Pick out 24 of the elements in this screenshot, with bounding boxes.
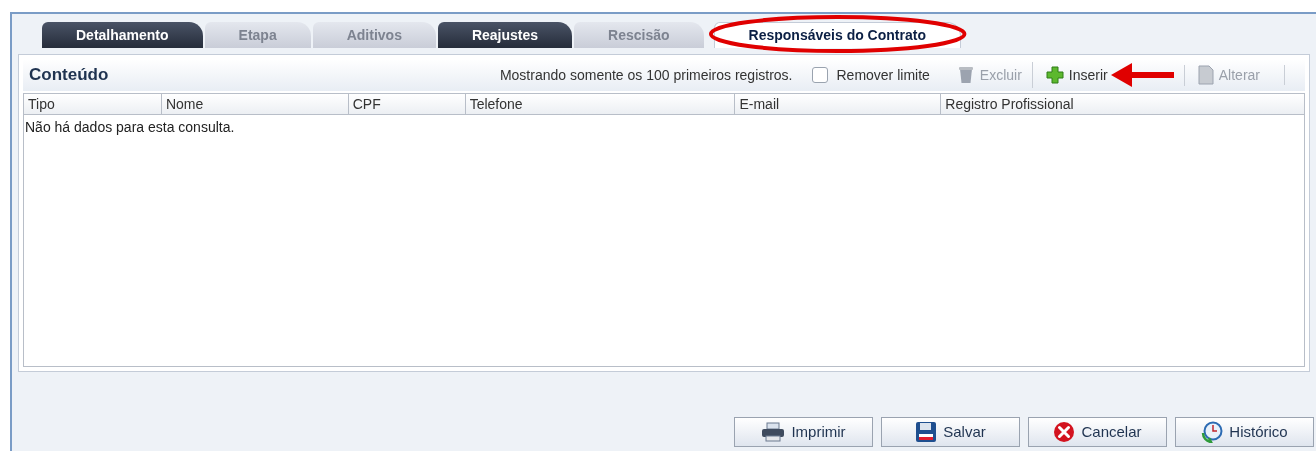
plus-icon: [1044, 65, 1065, 85]
tab[interactable]: Detalhamento: [42, 22, 203, 48]
empty-message: Não há dados para esta consulta.: [24, 119, 235, 135]
column-header[interactable]: Registro Profissional: [940, 94, 1304, 114]
action-button[interactable]: Histórico: [1175, 417, 1314, 447]
clock-icon: [1201, 421, 1224, 443]
checkbox[interactable]: [812, 67, 829, 83]
toolbar-button[interactable]: Inserir: [1044, 64, 1108, 86]
column-header[interactable]: Telefone: [464, 94, 735, 114]
cancel-icon: [1053, 421, 1076, 443]
checkbox-label: Remover limite: [836, 65, 930, 85]
arrow-annotation: [1109, 62, 1174, 88]
printer-icon: [761, 422, 786, 442]
column-header[interactable]: Nome: [160, 94, 348, 114]
column-header[interactable]: CPF: [347, 94, 465, 114]
document-icon: [1196, 65, 1215, 85]
action-button[interactable]: Imprimir: [734, 417, 873, 447]
action-button[interactable]: Salvar: [881, 417, 1020, 447]
records-notice: Mostrando somente os 100 primeiros registros.: [499, 65, 793, 85]
column-header[interactable]: E-mail: [734, 94, 941, 114]
tab[interactable]: Reajustes: [437, 22, 573, 48]
action-button[interactable]: Cancelar: [1028, 417, 1167, 447]
column-header[interactable]: Tipo: [24, 94, 161, 114]
panel-title: Conteúdo: [29, 64, 109, 87]
